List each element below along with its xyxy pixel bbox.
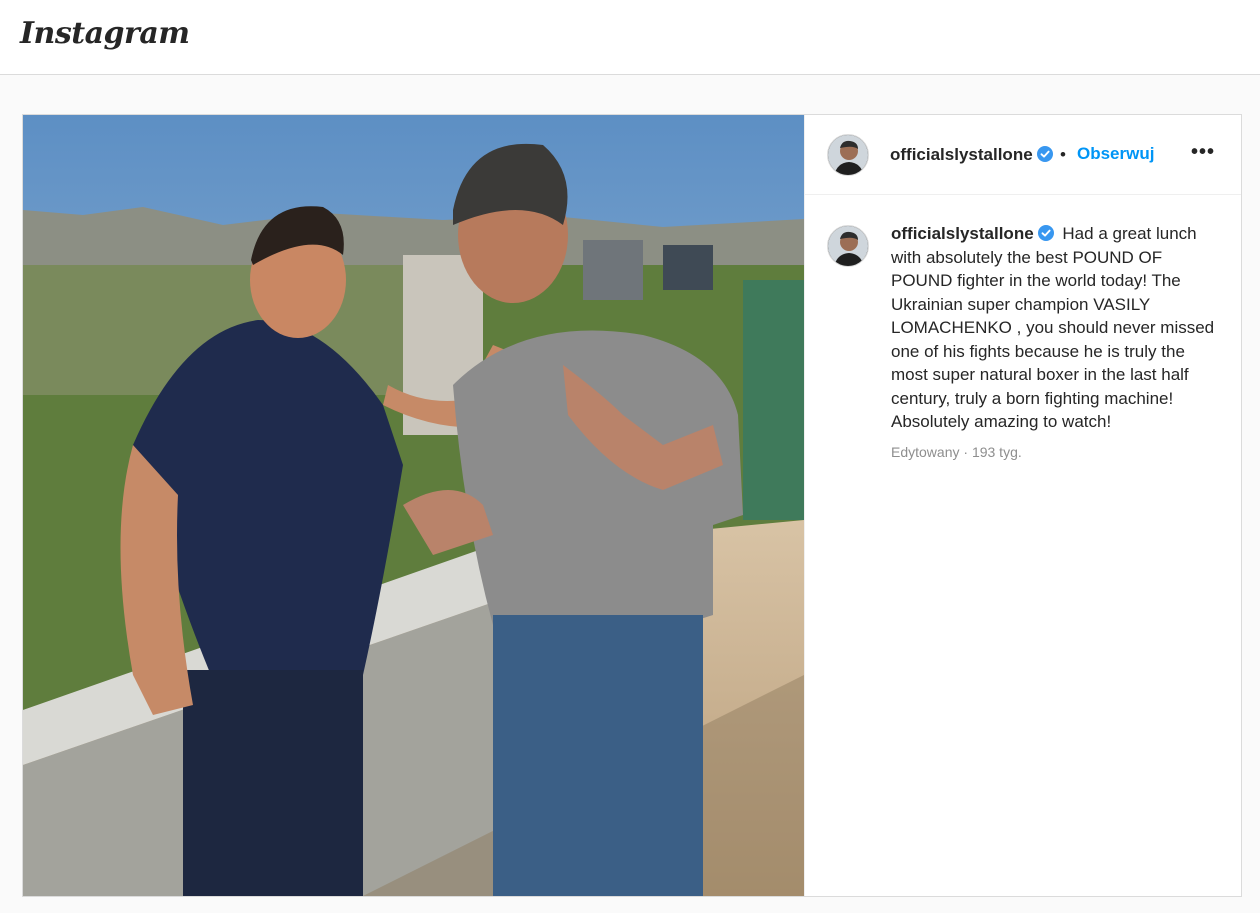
verified-badge-icon (1036, 146, 1053, 162)
meta-separator: · (963, 443, 969, 460)
avatar[interactable] (827, 225, 869, 267)
post-meta: Edytowany · 193 tyg. (891, 444, 1219, 460)
post-photo[interactable] (23, 115, 804, 896)
verified-badge-icon (1037, 225, 1054, 241)
post-author-username[interactable]: officialslystallone (890, 145, 1053, 165)
post-card: officialslystallone • Obserwuj ••• offic… (22, 114, 1242, 897)
instagram-logo[interactable]: Instagram (20, 16, 190, 51)
post-header: officialslystallone • Obserwuj ••• (805, 115, 1241, 195)
follow-button[interactable]: Obserwuj (1077, 144, 1154, 164)
username-text[interactable]: officialslystallone (891, 224, 1034, 243)
post-photo-illustration (23, 115, 804, 896)
caption-username[interactable]: officialslystallone (891, 224, 1054, 243)
caption-body: Had a great lunch with absolutely the be… (891, 224, 1215, 431)
top-navigation-bar: Instagram (0, 0, 1260, 75)
post-timestamp[interactable]: 193 tyg. (972, 444, 1022, 460)
separator-dot: • (1060, 145, 1066, 164)
profile-picture-icon (828, 135, 868, 175)
post-sidebar: officialslystallone • Obserwuj ••• offic… (804, 115, 1241, 896)
edited-label: Edytowany (891, 443, 960, 460)
username-text[interactable]: officialslystallone (890, 145, 1033, 164)
more-options-button[interactable]: ••• (1191, 141, 1215, 164)
profile-picture-icon (828, 226, 868, 266)
caption-comment: officialslystallone Had a great lunch wi… (805, 195, 1241, 460)
avatar[interactable] (827, 134, 869, 176)
caption-text-block: officialslystallone Had a great lunch wi… (891, 222, 1219, 434)
